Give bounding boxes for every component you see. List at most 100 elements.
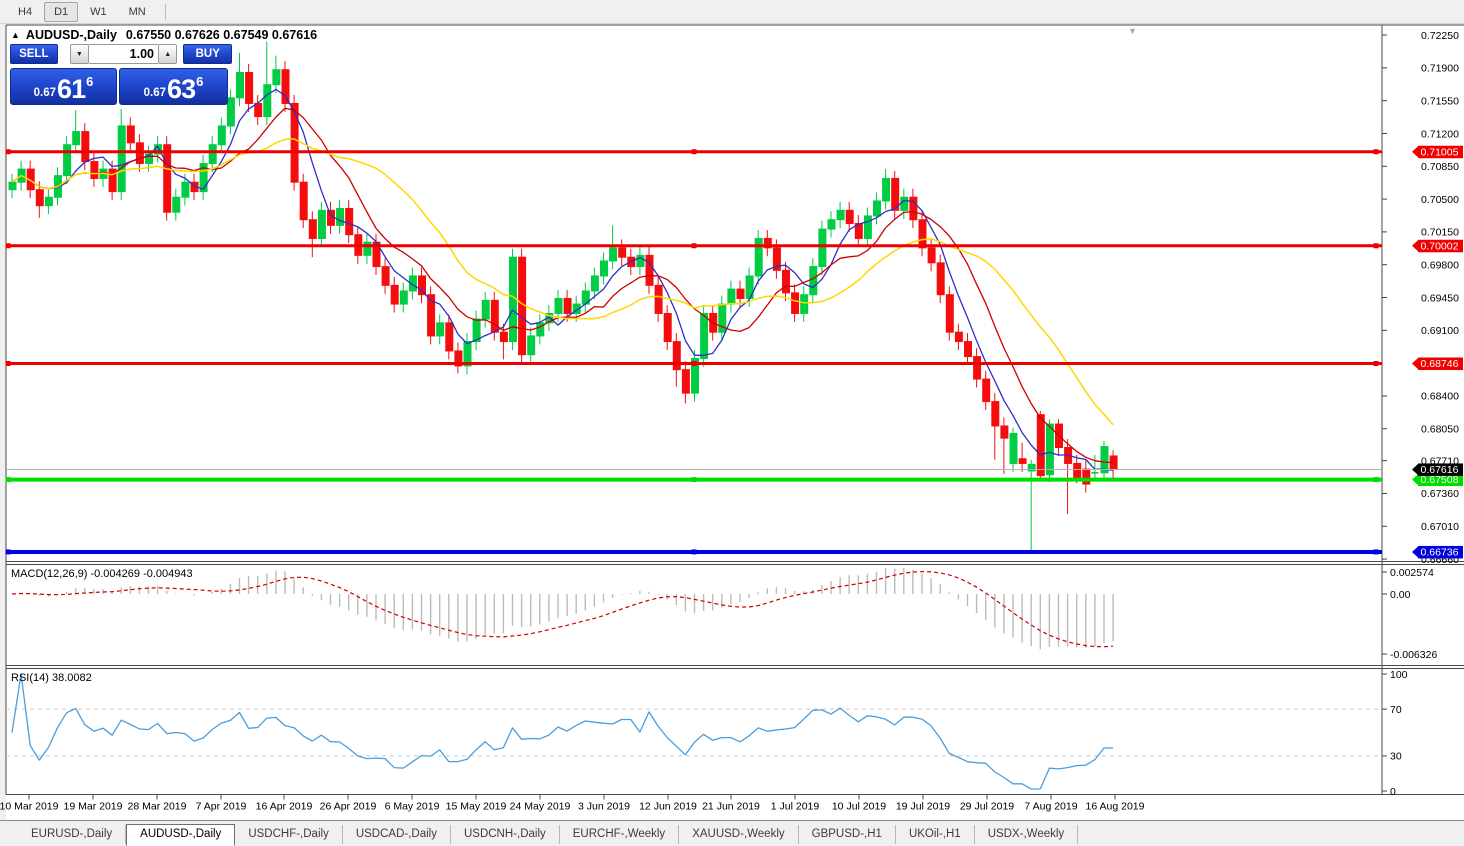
price-axis-label: 0.69800 (1421, 260, 1459, 272)
line-handle[interactable] (6, 549, 11, 554)
price-axis-label: 0.67010 (1421, 521, 1459, 533)
candle-body (637, 255, 644, 266)
candle-body (801, 295, 808, 314)
candle-body (819, 229, 826, 266)
one-click-trade-panel: SELL ▼ 1.00 ▲ BUY 0.67 61 6 0.67 63 6 (10, 44, 232, 105)
timeframe-button-d1[interactable]: D1 (44, 2, 78, 22)
chart-tab-audusd-daily[interactable]: AUDUSD-,Daily (126, 824, 235, 846)
line-handle[interactable] (692, 149, 697, 154)
price-axis-label: 0.71900 (1421, 63, 1459, 75)
candle-body (619, 248, 626, 257)
timeframe-button-w1[interactable]: W1 (80, 2, 117, 22)
date-axis-label: 10 Jul 2019 (832, 801, 886, 813)
timeframe-button-mn[interactable]: MN (119, 2, 156, 22)
line-handle[interactable] (6, 477, 11, 482)
candle-body (309, 220, 316, 239)
volume-increase-button[interactable]: ▲ (158, 44, 177, 64)
line-handle[interactable] (692, 549, 697, 554)
buy-button[interactable]: BUY (183, 44, 232, 64)
chart-tab-xauusd-weekly[interactable]: XAUUSD-,Weekly (679, 825, 798, 844)
date-axis-label: 16 Aug 2019 (1086, 801, 1145, 813)
price-axis-label: 0.72250 (1421, 30, 1459, 42)
candle-body (646, 255, 653, 285)
candle-body (1074, 463, 1081, 478)
buy-price-button[interactable]: 0.67 63 6 (119, 68, 228, 105)
candle-body (792, 293, 799, 314)
sell-button[interactable]: SELL (10, 44, 58, 64)
price-axis-label: 0.70150 (1421, 227, 1459, 239)
line-handle[interactable] (692, 477, 697, 482)
chart-tab-usdchf-daily[interactable]: USDCHF-,Daily (235, 825, 343, 844)
chart-tab-usdcnh-daily[interactable]: USDCNH-,Daily (451, 825, 560, 844)
chart-canvas[interactable]: 0.722500.719000.715500.712000.708500.705… (0, 24, 1464, 820)
date-axis-label: 3 Jun 2019 (578, 801, 630, 813)
date-axis-label: 19 Mar 2019 (64, 801, 123, 813)
candle-body (992, 402, 999, 426)
line-handle[interactable] (1374, 477, 1379, 482)
rsi-axis-label: 0 (1390, 786, 1396, 798)
candle-body (846, 210, 853, 223)
candle-body (874, 201, 881, 216)
line-handle[interactable] (6, 149, 11, 154)
candle-body (318, 210, 325, 238)
sell-price-prefix: 0.67 (34, 87, 56, 99)
timeframe-button-h4[interactable]: H4 (8, 2, 42, 22)
line-handle[interactable] (6, 243, 11, 248)
candle-body (264, 85, 271, 117)
chart-title: ▲AUDUSD-,Daily0.67550 0.67626 0.67549 0.… (11, 28, 317, 42)
mt4-window: { "toolbar": { "timeframes": [ {"label":… (0, 0, 1464, 845)
candle-body (837, 210, 844, 219)
candle-body (9, 182, 16, 189)
candle-body (965, 342, 972, 357)
chart-tab-usdx-weekly[interactable]: USDX-,Weekly (975, 825, 1078, 844)
macd-axis-label: -0.006326 (1390, 649, 1437, 661)
line-handle[interactable] (1374, 243, 1379, 248)
candle-body (728, 289, 735, 304)
price-axis-label: 0.71550 (1421, 95, 1459, 107)
candle-body (737, 289, 744, 298)
price-tag-label: 0.67616 (1421, 464, 1459, 476)
line-handle[interactable] (1374, 361, 1379, 366)
chart-tab-usdcad-daily[interactable]: USDCAD-,Daily (343, 825, 451, 844)
candle-body (810, 267, 817, 295)
chart-tab-ukoil-h1[interactable]: UKOil-,H1 (896, 825, 975, 844)
timeframe-buttons: H4D1W1MN (8, 2, 158, 22)
candle-body (682, 370, 689, 393)
sell-price-button[interactable]: 0.67 61 6 (10, 68, 117, 105)
chart-tab-gbpusd-h1[interactable]: GBPUSD-,H1 (799, 825, 896, 844)
sell-price-big: 61 (57, 77, 85, 101)
candle-body (45, 197, 52, 205)
candle-body (419, 276, 426, 295)
volume-input[interactable]: 1.00 (89, 44, 158, 64)
line-handle[interactable] (692, 361, 697, 366)
candle-body (118, 126, 125, 192)
symbol-title: AUDUSD-,Daily (26, 28, 117, 42)
candle-body (346, 208, 353, 234)
collapse-arrow-icon[interactable]: ▲ (11, 30, 20, 40)
candle-body (36, 190, 43, 206)
line-handle[interactable] (692, 243, 697, 248)
candle-body (937, 263, 944, 295)
chart-tab-eurchf-weekly[interactable]: EURCHF-,Weekly (560, 825, 679, 844)
candle-body (946, 295, 953, 332)
candle-body (127, 126, 134, 143)
price-axis-label: 0.71200 (1421, 128, 1459, 140)
date-axis-label: 7 Apr 2019 (196, 801, 247, 813)
line-handle[interactable] (1374, 549, 1379, 554)
volume-decrease-button[interactable]: ▼ (70, 44, 89, 64)
macd-label: MACD(12,26,9) -0.004269 -0.004943 (11, 568, 193, 580)
candle-body (1019, 459, 1026, 464)
scroll-end-marker-icon[interactable]: ▼ (1128, 26, 1137, 36)
line-handle[interactable] (6, 361, 11, 366)
price-axis-label: 0.67360 (1421, 488, 1459, 500)
chart-tab-eurusd-daily[interactable]: EURUSD-,Daily (18, 825, 126, 844)
candle-body (591, 276, 598, 291)
candle-body (673, 342, 680, 370)
line-handle[interactable] (1374, 149, 1379, 154)
candle-body (173, 197, 180, 212)
candle-body (182, 182, 189, 197)
price-axis-label: 0.68050 (1421, 424, 1459, 436)
candle-body (328, 210, 335, 225)
candle-body (1046, 424, 1053, 475)
date-axis-label: 7 Aug 2019 (1024, 801, 1077, 813)
